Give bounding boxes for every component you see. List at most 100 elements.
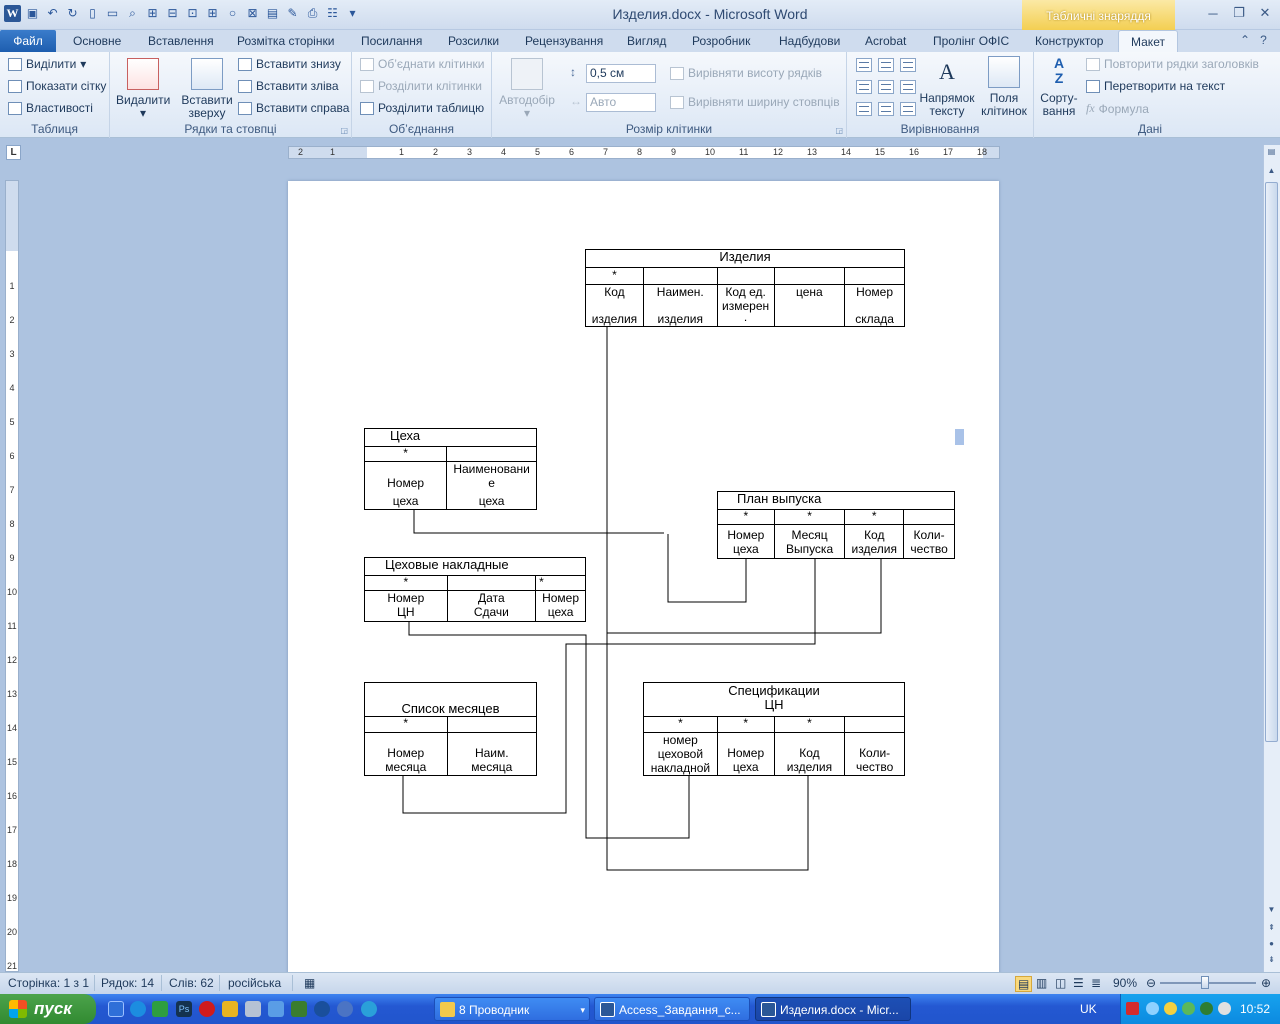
columns-icon[interactable]: ☷: [324, 5, 341, 22]
table-spisok-mesyatsev[interactable]: Список месяцев * Номер месяца Наим. месяца: [364, 682, 538, 776]
dialog-launcher-icon[interactable]: ◲: [340, 126, 348, 135]
sort-button[interactable]: AZ Сорту-вання: [1036, 56, 1082, 118]
table-tsekha[interactable]: Цеха * Номер цеха Наименовани е цеха: [363, 428, 537, 510]
full-screen-reading-icon[interactable]: ▥: [1036, 976, 1047, 990]
align-top-right-icon[interactable]: [900, 58, 916, 72]
update-tray-icon[interactable]: [1182, 1002, 1195, 1015]
status-language[interactable]: російська: [228, 976, 281, 990]
cell-margins-button[interactable]: Поля клітинок: [977, 56, 1031, 118]
table-insert-icon[interactable]: ⊞: [204, 5, 221, 22]
tab-page-layout[interactable]: Розмітка сторінки: [237, 30, 334, 52]
tab-references[interactable]: Посилання: [361, 30, 422, 52]
browser-icon[interactable]: [130, 1001, 146, 1017]
circle-icon[interactable]: ○: [224, 5, 241, 22]
scroll-down-icon[interactable]: ▼: [1265, 905, 1278, 919]
autofit-button[interactable]: Автодобір ▾: [496, 58, 558, 120]
help-icon[interactable]: ?: [1260, 33, 1267, 47]
print-preview-icon[interactable]: ⌕: [124, 5, 141, 22]
status-page[interactable]: Сторінка: 1 з 1: [8, 976, 89, 990]
save-icon[interactable]: ▣: [24, 5, 41, 22]
table-spetsifikatsii-tsn[interactable]: Спецификации ЦН * * * номер цеховой накладн…: [643, 682, 905, 776]
close-icon[interactable]: ✕: [1252, 2, 1278, 24]
align-top-left-icon[interactable]: [856, 58, 872, 72]
show-gridlines-button[interactable]: Показати сітку: [8, 79, 106, 93]
scrollbar-thumb[interactable]: [1265, 182, 1278, 742]
tab-acrobat[interactable]: Acrobat: [865, 30, 906, 52]
zoom-slider-thumb[interactable]: [1201, 976, 1209, 989]
archive-icon[interactable]: [245, 1001, 261, 1017]
acrobat-icon[interactable]: [199, 1001, 215, 1017]
network-icon[interactable]: [268, 1001, 284, 1017]
tab-design[interactable]: Конструктор: [1035, 30, 1103, 52]
excel-icon[interactable]: [152, 1001, 168, 1017]
row-height-input[interactable]: 0,5 см: [586, 64, 656, 83]
input-language[interactable]: UK: [1080, 1002, 1097, 1016]
messenger-icon[interactable]: [361, 1001, 377, 1017]
table-border-icon[interactable]: ⊡: [184, 5, 201, 22]
delete-button[interactable]: Видалити ▾: [116, 58, 170, 120]
split-cells-button[interactable]: Розділити клітинки: [360, 79, 482, 93]
horizontal-ruler[interactable]: 2 1 1 2 3 4 5 6 7 8 9 10 11 12 13 14 15 16 17 18: [288, 146, 1000, 159]
photoshop-icon[interactable]: Ps: [176, 1001, 192, 1017]
vertical-ruler[interactable]: 1 2 3 4 5 6 7 8 9 10 11 12 13 14 15 16 17 18 19 20 21: [5, 180, 19, 972]
minimize-icon[interactable]: ─: [1200, 2, 1226, 24]
table-grid-icon[interactable]: ⊟: [164, 5, 181, 22]
table-izdeliya[interactable]: Изделия * Код изделия Наимен. изделия Код …: [585, 249, 905, 327]
mail-icon[interactable]: [222, 1001, 238, 1017]
redo-icon[interactable]: ↻: [64, 5, 81, 22]
convert-to-text-button[interactable]: Перетворити на текст: [1086, 79, 1225, 93]
table-delete-icon[interactable]: ⊠: [244, 5, 261, 22]
table-plan-vypuska[interactable]: План выпуска * * * Номер цеха Месяц Выпуск…: [717, 491, 955, 559]
previous-page-icon[interactable]: ⇞: [1265, 923, 1278, 937]
align-bottom-right-icon[interactable]: [900, 102, 916, 116]
select-browse-object-icon[interactable]: ●: [1265, 939, 1278, 953]
tab-file[interactable]: Файл: [0, 30, 56, 52]
tab-view[interactable]: Вигляд: [627, 30, 666, 52]
text-box-icon[interactable]: ▤: [264, 5, 281, 22]
restore-icon[interactable]: ❐: [1226, 2, 1252, 24]
align-bottom-center-icon[interactable]: [878, 102, 894, 116]
split-table-button[interactable]: Розділити таблицю: [360, 101, 484, 115]
zoom-out-icon[interactable]: ⊖: [1146, 976, 1156, 990]
distribute-columns-button[interactable]: Вирівняти ширину стовпців: [670, 95, 840, 109]
status-line[interactable]: Рядок: 14: [101, 976, 154, 990]
print-layout-icon[interactable]: ▤: [1015, 976, 1033, 992]
tab-proling[interactable]: Пролінг ОФІС: [933, 30, 1009, 52]
align-bottom-left-icon[interactable]: [856, 102, 872, 116]
word-app-icon[interactable]: W: [4, 4, 21, 22]
text-direction-button[interactable]: A Напрямок тексту: [919, 56, 975, 118]
tools-icon[interactable]: ✎: [284, 5, 301, 22]
column-width-input[interactable]: Авто: [586, 93, 656, 112]
antivirus-tray-icon[interactable]: [1200, 1002, 1213, 1015]
align-middle-left-icon[interactable]: [856, 80, 872, 94]
zoom-in-icon[interactable]: ⊕: [1261, 976, 1271, 990]
insert-left-button[interactable]: Вставити зліва: [238, 79, 339, 93]
align-top-center-icon[interactable]: [878, 58, 894, 72]
merge-cells-button[interactable]: Об’єднати клітинки: [360, 57, 484, 71]
network-tray-icon[interactable]: [1146, 1002, 1159, 1015]
select-button[interactable]: Виділити ▾: [8, 57, 86, 71]
tab-insert[interactable]: Вставлення: [148, 30, 214, 52]
zoom-level[interactable]: 90%: [1113, 976, 1137, 990]
insert-right-button[interactable]: Вставити справа: [238, 101, 349, 115]
status-words[interactable]: Слів: 62: [169, 976, 214, 990]
draft-view-icon[interactable]: ≣: [1091, 976, 1101, 990]
tab-review[interactable]: Рецензування: [525, 30, 603, 52]
properties-button[interactable]: Властивості: [8, 101, 93, 115]
insert-below-button[interactable]: Вставити знизу: [238, 57, 341, 71]
dialog-launcher-icon[interactable]: ◲: [835, 126, 843, 135]
media-icon[interactable]: [314, 1001, 330, 1017]
web-layout-icon[interactable]: ◫: [1055, 976, 1066, 990]
undo-icon[interactable]: ↶: [44, 5, 61, 22]
new-document-icon[interactable]: ▯: [84, 5, 101, 22]
insert-above-button[interactable]: Вставити зверху: [178, 58, 236, 120]
opera-icon[interactable]: [337, 1001, 353, 1017]
align-middle-right-icon[interactable]: [900, 80, 916, 94]
tab-developer[interactable]: Розробник: [692, 30, 750, 52]
taskbar-access-word-button[interactable]: Access_Завдання_с...: [594, 997, 750, 1021]
scroll-up-icon[interactable]: ▲: [1265, 166, 1278, 180]
table-tsekhovye-nakladnye[interactable]: Цеховые накладные * * Номер ЦН Дата Сдачи …: [364, 557, 586, 622]
ati-tray-icon[interactable]: [1126, 1002, 1139, 1015]
macro-record-icon[interactable]: ▦: [304, 976, 315, 990]
tab-layout[interactable]: Макет: [1118, 30, 1178, 52]
